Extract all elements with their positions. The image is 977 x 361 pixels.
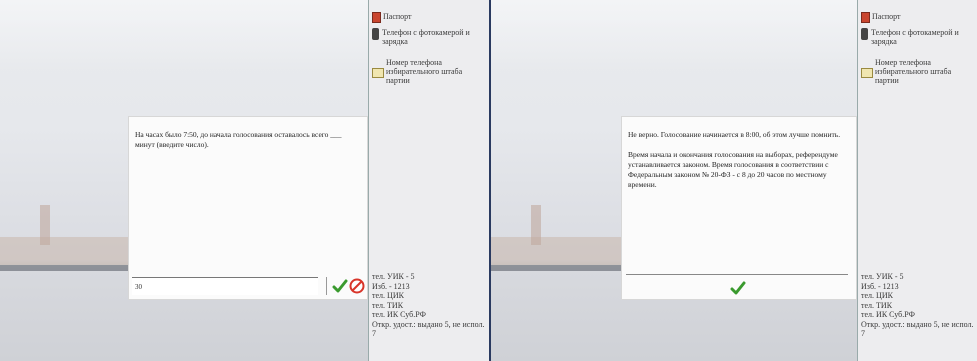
right-screen: Не верно. Голосование начинается в 8:00,… <box>489 0 977 361</box>
question-text: На часах было 7:50, до начала голосовани… <box>135 130 342 149</box>
info-line: Изб. - 1213 <box>861 281 899 291</box>
phone-icon <box>372 28 379 40</box>
sidebar-item-hq-phone[interactable]: Номер телефона избирательного штаба парт… <box>372 58 487 85</box>
info-line: тел. УИК - 5 <box>372 272 415 281</box>
info-line: тел. ИК Суб.РФ <box>372 310 426 319</box>
feedback-dialog: Не верно. Голосование начинается в 8:00,… <box>621 116 857 300</box>
background-scene: На часах было 7:50, до начала голосовани… <box>0 0 368 361</box>
info-line: тел. ИК Суб.РФ <box>861 310 915 319</box>
sidebar-item-phone[interactable]: Телефон с фотокамерой и зарядка <box>861 28 975 46</box>
passport-icon <box>372 12 381 23</box>
checkmark-icon[interactable] <box>730 280 746 296</box>
left-screen: На часах было 7:50, до начала голосовани… <box>0 0 489 361</box>
passport-icon <box>861 12 870 23</box>
feedback-text: Не верно. Голосование начинается в 8:00,… <box>628 130 846 200</box>
no-entry-icon[interactable] <box>349 278 365 294</box>
info-line: Изб. - 1213 <box>372 281 410 291</box>
sidebar-item-hq-phone[interactable]: Номер телефона избирательного штаба парт… <box>861 58 975 85</box>
info-line: Откр. удост.: выдано 5, не испол. 7 <box>372 319 485 339</box>
checkmark-icon[interactable] <box>332 278 348 294</box>
sidebar-left: Паспорт Телефон с фотокамерой и зарядка … <box>368 0 489 361</box>
info-line: тел. ЦИК <box>861 291 893 300</box>
feedback-message: Не верно. Голосование начинается в 8:00,… <box>628 130 841 139</box>
sidebar-item-phone[interactable]: Телефон с фотокамерой и зарядка <box>372 28 487 46</box>
question-dialog: На часах было 7:50, до начала голосовани… <box>128 116 368 300</box>
info-line: Откр. удост.: выдано 5, не испол. 7 <box>861 319 974 339</box>
phone-icon <box>861 28 868 40</box>
screen: На часах было 7:50, до начала голосовани… <box>0 0 977 361</box>
id-card-icon <box>372 68 384 78</box>
id-card-icon <box>861 68 873 78</box>
info-line: тел. ТИК <box>372 300 404 310</box>
explanation-text: Время начала и окончания голосования на … <box>628 150 838 189</box>
info-line: тел. ЦИК <box>372 291 404 300</box>
background-scene: Не верно. Голосование начинается в 8:00,… <box>491 0 857 361</box>
answer-input[interactable]: 30 <box>132 277 318 295</box>
sidebar-item-passport[interactable]: Паспорт <box>372 12 487 23</box>
info-line: тел. ТИК <box>861 300 893 310</box>
sidebar-item-passport[interactable]: Паспорт <box>861 12 975 23</box>
info-list: тел. УИК - 5 Изб. - 1213 тел. ЦИК тел. Т… <box>861 272 975 339</box>
sidebar-right: Паспорт Телефон с фотокамерой и зарядка … <box>857 0 977 361</box>
info-line: тел. УИК - 5 <box>861 272 904 281</box>
info-list: тел. УИК - 5 Изб. - 1213 тел. ЦИК тел. Т… <box>372 272 487 339</box>
